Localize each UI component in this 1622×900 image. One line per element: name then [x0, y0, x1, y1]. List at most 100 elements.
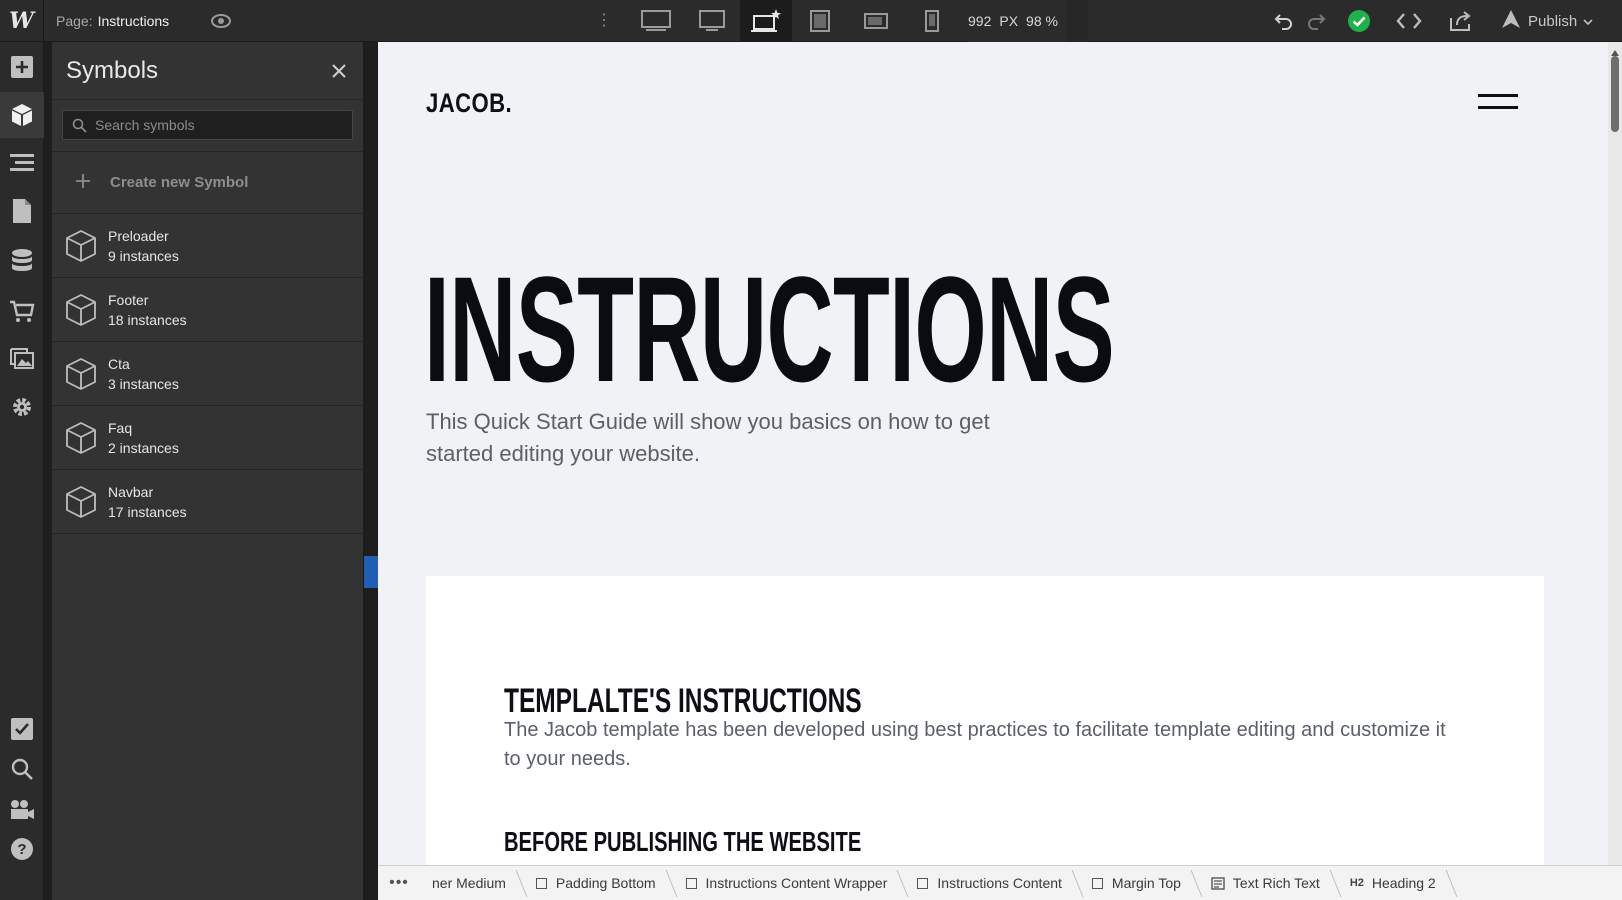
symbol-search-box — [62, 110, 353, 140]
before-publishing-heading[interactable]: BEFORE PUBLISHING THE WEBSITE — [504, 826, 861, 858]
symbol-search-input[interactable] — [63, 111, 352, 139]
symbol-instance-count: 9 instances — [108, 247, 179, 264]
hamburger-menu-icon[interactable] — [1478, 94, 1518, 112]
symbol-item[interactable]: Preloader 9 instances — [52, 214, 363, 278]
symbols-panel-header: Symbols — [52, 42, 363, 100]
search-icon — [72, 118, 87, 138]
page-prefix: Page: — [56, 13, 93, 29]
redo-icon[interactable] — [1302, 0, 1330, 42]
settings-gear-icon[interactable] — [0, 384, 44, 430]
close-icon[interactable] — [329, 61, 349, 81]
navigator-icon[interactable] — [0, 140, 44, 186]
chevron-down-icon — [1583, 13, 1593, 30]
element-breadcrumb: ••• ner Medium Padding Bottom Instructio… — [378, 865, 1622, 900]
breakpoint-large-desktop-icon[interactable] — [630, 0, 682, 42]
symbol-search-wrapper — [52, 100, 363, 152]
site-brand-logo[interactable]: JACOB. — [426, 88, 512, 119]
breadcrumb-item[interactable]: Instructions Content — [905, 866, 1080, 900]
panel-title: Symbols — [66, 56, 159, 84]
symbol-instance-count: 3 instances — [108, 375, 179, 392]
pages-icon[interactable] — [0, 188, 44, 234]
symbol-name: Footer — [108, 291, 149, 308]
div-block-icon — [535, 877, 547, 889]
symbol-cube-icon — [64, 293, 98, 327]
breakpoint-mobile-portrait-icon[interactable] — [906, 0, 958, 42]
design-canvas[interactable]: JACOB. INSTRUCTIONS This Quick Start Gui… — [378, 42, 1608, 865]
breadcrumb-item[interactable]: Text Rich Text — [1199, 866, 1338, 900]
symbols-panel: Symbols Create new Symbol Preloader 9 in… — [52, 42, 364, 900]
publish-button[interactable]: Publish — [1500, 0, 1593, 42]
breadcrumb-label: Heading 2 — [1371, 875, 1436, 891]
instructions-paragraph[interactable]: The Jacob template has been developed us… — [504, 716, 1464, 774]
breadcrumb-item[interactable]: Padding Bottom — [524, 866, 674, 900]
symbol-item[interactable]: Cta 3 instances — [52, 342, 363, 406]
rich-text-icon — [1211, 876, 1225, 890]
breakpoint-tablet-icon[interactable] — [794, 0, 846, 42]
symbol-name: Cta — [108, 355, 130, 372]
breadcrumb-label: Instructions Content — [937, 875, 1062, 891]
breadcrumb-label: Padding Bottom — [555, 875, 656, 891]
cms-database-icon[interactable] — [0, 238, 44, 284]
symbol-item[interactable]: Faq 2 instances — [52, 406, 363, 470]
canvas-size-text: 992 PX 98 % — [968, 0, 1066, 42]
share-icon[interactable] — [1446, 0, 1476, 42]
scroll-up-arrow-icon[interactable] — [1611, 44, 1619, 56]
ecommerce-cart-icon[interactable] — [0, 288, 44, 334]
rocket-icon — [1500, 9, 1522, 33]
breakpoint-base-icon[interactable] — [740, 0, 792, 42]
symbol-instance-count: 17 instances — [108, 503, 187, 520]
webflow-logo-icon[interactable]: W — [0, 0, 44, 42]
canvas-width-value: 992 — [968, 13, 992, 29]
breadcrumb-label: Text Rich Text — [1232, 875, 1320, 891]
breakpoint-mobile-landscape-icon[interactable] — [850, 0, 902, 42]
breadcrumb-label: ner Medium — [432, 875, 506, 891]
saved-status-check-icon — [1344, 0, 1374, 42]
page-name: Instructions — [97, 13, 170, 29]
help-question-icon[interactable]: ? — [0, 826, 44, 872]
create-new-symbol-label: Create new Symbol — [110, 174, 249, 191]
preview-eye-icon[interactable] — [210, 11, 232, 31]
symbol-item[interactable]: Navbar 17 instances — [52, 470, 363, 534]
symbols-cube-icon[interactable] — [0, 92, 44, 138]
left-icon-sidebar: ? — [0, 42, 44, 900]
symbol-name: Faq — [108, 419, 133, 436]
assets-images-icon[interactable] — [0, 336, 44, 382]
scrollbar-thumb[interactable] — [1611, 56, 1619, 132]
symbol-cube-icon — [64, 357, 98, 391]
plus-icon — [74, 172, 92, 194]
breadcrumb-label: Instructions Content Wrapper — [705, 875, 888, 891]
symbol-item[interactable]: Footer 18 instances — [52, 278, 363, 342]
breadcrumb-item[interactable]: Instructions Content Wrapper — [674, 866, 906, 900]
create-new-symbol-button[interactable]: Create new Symbol — [52, 152, 363, 214]
symbol-name: Preloader — [108, 227, 169, 244]
symbol-instance-count: 18 instances — [108, 311, 187, 328]
hero-subtitle[interactable]: This Quick Start Guide will show you bas… — [426, 406, 1026, 470]
canvas-width-unit: PX — [999, 13, 1019, 29]
publish-label: Publish — [1528, 12, 1578, 30]
more-vertical-icon[interactable]: ⋮ — [596, 10, 612, 32]
div-block-icon — [685, 877, 697, 889]
symbol-cube-icon — [64, 421, 98, 455]
instructions-content-card[interactable]: TEMPLALTE'S INSTRUCTIONS The Jacob templ… — [426, 576, 1544, 865]
undo-icon[interactable] — [1270, 0, 1298, 42]
selection-indicator — [364, 556, 378, 588]
breadcrumb-item[interactable]: ner Medium — [420, 866, 524, 900]
symbol-cube-icon — [64, 485, 98, 519]
breakpoint-desktop-icon[interactable] — [686, 0, 738, 42]
div-block-icon — [1091, 877, 1103, 889]
symbol-cube-icon — [64, 229, 98, 263]
add-elements-icon[interactable] — [0, 44, 44, 90]
breadcrumb-item[interactable]: H2 Heading 2 — [1338, 866, 1454, 900]
code-export-icon[interactable] — [1394, 0, 1424, 42]
breadcrumb-more-icon[interactable]: ••• — [378, 866, 420, 900]
top-toolbar: W Page: Instructions ⋮ 992 PX 98 % Publi… — [0, 0, 1622, 42]
panel-resize-gutter — [364, 42, 378, 900]
svg-text:?: ? — [17, 841, 26, 858]
breadcrumb-item[interactable]: Margin Top — [1080, 866, 1199, 900]
heading-tag: H2 — [1349, 877, 1364, 889]
symbol-name: Navbar — [108, 483, 154, 500]
breadcrumb-label: Margin Top — [1111, 875, 1181, 891]
canvas-scrollbar[interactable] — [1608, 42, 1622, 865]
page-selector[interactable]: Page: Instructions — [56, 0, 169, 42]
hero-heading[interactable]: INSTRUCTIONS — [424, 254, 1115, 404]
